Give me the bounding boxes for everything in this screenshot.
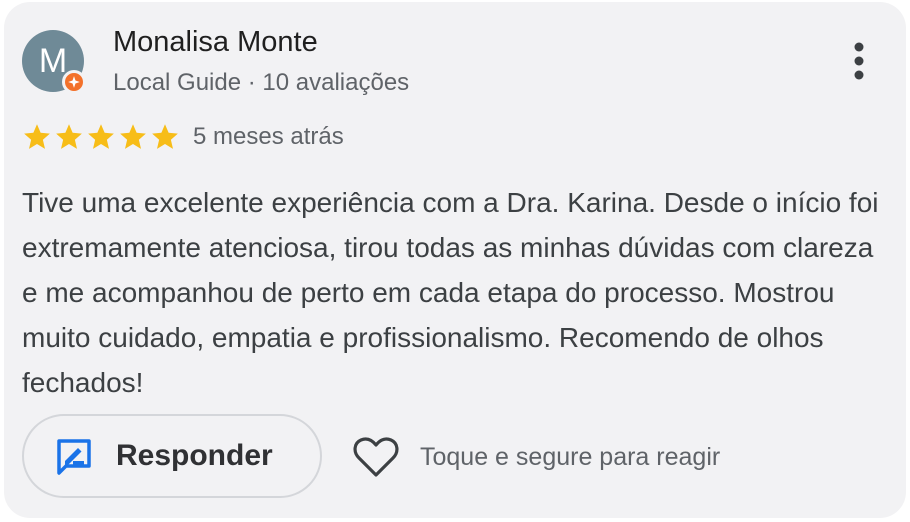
more-options-button[interactable] [842,38,876,84]
local-guide-badge-icon [62,70,86,94]
local-guide-star-icon [68,76,80,88]
star-rating [22,122,180,152]
heart-icon [353,437,399,477]
react-button[interactable] [352,435,400,479]
more-vert-icon [854,42,864,80]
review-card: M Monalisa Monte Local Guide · 10 avalia… [4,2,906,518]
review-date: 5 meses atrás [193,123,344,150]
react-hint: Toque e segure para reagir [420,443,721,471]
reviewer-name[interactable]: Monalisa Monte [113,26,318,59]
reply-label: Responder [116,439,273,472]
review-text: Tive uma excelente experiência com a Dra… [22,187,879,398]
reply-button[interactable]: Responder [22,414,322,498]
star-icon [152,124,178,149]
star-icon [88,124,114,149]
avatar-initial: M [38,42,68,80]
reply-icon [57,439,91,475]
star-icon [120,124,146,149]
reviewer-meta: Local Guide · 10 avaliações [113,69,410,96]
star-icon [24,124,50,149]
star-icon [56,124,82,149]
